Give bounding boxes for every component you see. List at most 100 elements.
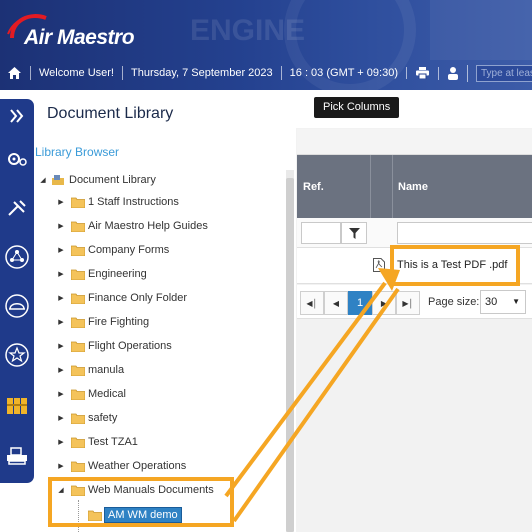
folder-icon bbox=[71, 197, 85, 208]
current-date: Thursday, 7 September 2023 bbox=[121, 66, 281, 80]
tree-item-label: manula bbox=[88, 364, 125, 376]
expand-triangle-icon[interactable]: ▶ bbox=[56, 294, 66, 302]
library-root-icon bbox=[52, 175, 64, 185]
tree-root[interactable]: ◢ Document Library bbox=[38, 170, 156, 190]
tree-root-label: Document Library bbox=[69, 174, 156, 186]
tree-item[interactable]: ▶ Finance Only Folder bbox=[56, 288, 187, 308]
tree-item[interactable]: ▶ Fire Fighting bbox=[56, 312, 149, 332]
user-profile-button[interactable] bbox=[437, 66, 467, 80]
tree-scrollbar-thumb[interactable] bbox=[286, 178, 294, 532]
ref-filter-button[interactable] bbox=[341, 222, 367, 244]
page-size-value: 30 bbox=[485, 296, 498, 308]
rail-reports-button[interactable] bbox=[0, 439, 34, 473]
rail-documents-button[interactable] bbox=[0, 389, 34, 423]
expand-triangle-icon[interactable]: ▶ bbox=[56, 198, 66, 206]
folder-icon bbox=[71, 413, 85, 424]
tree-item-label: Finance Only Folder bbox=[88, 292, 188, 304]
tree-item-label: safety bbox=[88, 412, 118, 424]
global-search-input[interactable] bbox=[475, 64, 532, 82]
tree-item-label: Fire Fighting bbox=[88, 316, 150, 328]
home-button[interactable] bbox=[0, 67, 30, 79]
tree-item[interactable]: ▶ 1 Staff Instructions bbox=[56, 192, 179, 212]
folder-icon bbox=[71, 365, 85, 376]
tree-item[interactable]: ▶ safety bbox=[56, 408, 117, 428]
tree-item-label: Air Maestro Help Guides bbox=[88, 220, 208, 232]
tree-item[interactable]: ▶ Weather Operations bbox=[56, 456, 186, 476]
page-title: Document Library bbox=[47, 105, 174, 122]
column-divider bbox=[370, 155, 371, 218]
expand-triangle-icon[interactable]: ▶ bbox=[56, 414, 66, 422]
tree-item[interactable]: ▶ Test TZA1 bbox=[56, 432, 138, 452]
rail-settings-button[interactable] bbox=[0, 142, 34, 176]
pdf-icon bbox=[373, 258, 385, 272]
expand-triangle-icon[interactable]: ▶ bbox=[56, 390, 66, 398]
folder-icon bbox=[71, 269, 85, 280]
tree-item[interactable]: ▶ Company Forms bbox=[56, 240, 169, 260]
tree-item-label: Medical bbox=[88, 388, 126, 400]
expand-triangle-icon[interactable]: ▶ bbox=[56, 318, 66, 326]
expand-triangle-icon[interactable]: ▶ bbox=[56, 366, 66, 374]
tree-item-label: 1 Staff Instructions bbox=[88, 196, 179, 208]
column-header-name[interactable]: Name bbox=[398, 181, 428, 193]
filter-icon bbox=[348, 227, 360, 239]
library-browser-label: Library Browser bbox=[35, 145, 120, 159]
expand-rail-button[interactable] bbox=[0, 99, 34, 133]
column-divider bbox=[392, 155, 393, 218]
folder-icon bbox=[71, 245, 85, 256]
search-wrapper bbox=[466, 64, 532, 82]
tree-item[interactable]: ▶ Flight Operations bbox=[56, 336, 172, 356]
rail-network-button[interactable] bbox=[0, 240, 34, 274]
printer-desk-icon bbox=[7, 447, 27, 465]
hardhat-icon bbox=[5, 294, 29, 318]
name-filter-input[interactable] bbox=[397, 222, 532, 244]
grid-pager: ◀│ ◀ 1 ▶ ▶│ Page size: 30 ▼ bbox=[297, 285, 532, 319]
folder-icon bbox=[71, 317, 85, 328]
collapse-triangle-icon[interactable]: ◢ bbox=[38, 176, 48, 184]
rail-safety-button[interactable] bbox=[0, 289, 34, 323]
chevron-down-icon: ▼ bbox=[512, 297, 520, 306]
highlight-box-file bbox=[390, 245, 520, 286]
first-page-button[interactable]: ◀│ bbox=[300, 291, 324, 315]
expand-triangle-icon[interactable]: ▶ bbox=[56, 270, 66, 278]
user-icon bbox=[447, 66, 458, 80]
page-number-current[interactable]: 1 bbox=[348, 291, 372, 315]
tree-item[interactable]: ▶ manula bbox=[56, 360, 124, 380]
tree-item[interactable]: ▶ Air Maestro Help Guides bbox=[56, 216, 208, 236]
home-icon bbox=[8, 67, 21, 79]
grid-filter-row bbox=[297, 218, 532, 248]
tree-item[interactable]: ▶ Medical bbox=[56, 384, 126, 404]
expand-triangle-icon[interactable]: ▶ bbox=[56, 438, 66, 446]
next-page-button[interactable]: ▶ bbox=[372, 291, 396, 315]
expand-triangle-icon[interactable]: ▶ bbox=[56, 222, 66, 230]
rail-maintenance-button[interactable] bbox=[0, 191, 34, 225]
folder-icon bbox=[71, 389, 85, 400]
tree-item-label: Engineering bbox=[88, 268, 147, 280]
folder-icon bbox=[71, 437, 85, 448]
top-toolbar: Welcome User! Thursday, 7 September 2023… bbox=[0, 62, 532, 84]
folder-icon bbox=[71, 221, 85, 232]
page-size-label: Page size: bbox=[428, 296, 480, 308]
printer-icon bbox=[415, 67, 429, 79]
tree-item-label: Flight Operations bbox=[88, 340, 172, 352]
network-icon bbox=[5, 245, 29, 269]
column-header-ref[interactable]: Ref. bbox=[303, 181, 324, 193]
tree-item[interactable]: ▶ Engineering bbox=[56, 264, 147, 284]
tools-icon bbox=[8, 200, 26, 216]
page-size-select[interactable]: 30 ▼ bbox=[480, 290, 526, 314]
prev-page-button[interactable]: ◀ bbox=[324, 291, 348, 315]
print-button[interactable] bbox=[405, 67, 438, 79]
ref-filter-input[interactable] bbox=[301, 222, 341, 244]
expand-triangle-icon[interactable]: ▶ bbox=[56, 462, 66, 470]
logo-text: Air Maestro bbox=[24, 26, 135, 49]
expand-triangle-icon[interactable]: ▶ bbox=[56, 342, 66, 350]
folder-icon bbox=[71, 341, 85, 352]
last-page-button[interactable]: ▶│ bbox=[396, 291, 420, 315]
rail-quality-button[interactable] bbox=[0, 338, 34, 372]
grid-toolbar bbox=[297, 129, 532, 155]
expand-triangle-icon[interactable]: ▶ bbox=[56, 246, 66, 254]
tree-item-label: Weather Operations bbox=[88, 460, 187, 472]
tree-item-label: Test TZA1 bbox=[88, 436, 138, 448]
module-rail bbox=[0, 99, 34, 483]
highlight-box-folder bbox=[48, 477, 234, 527]
current-time: 16 : 03 (GMT + 09:30) bbox=[280, 66, 406, 80]
